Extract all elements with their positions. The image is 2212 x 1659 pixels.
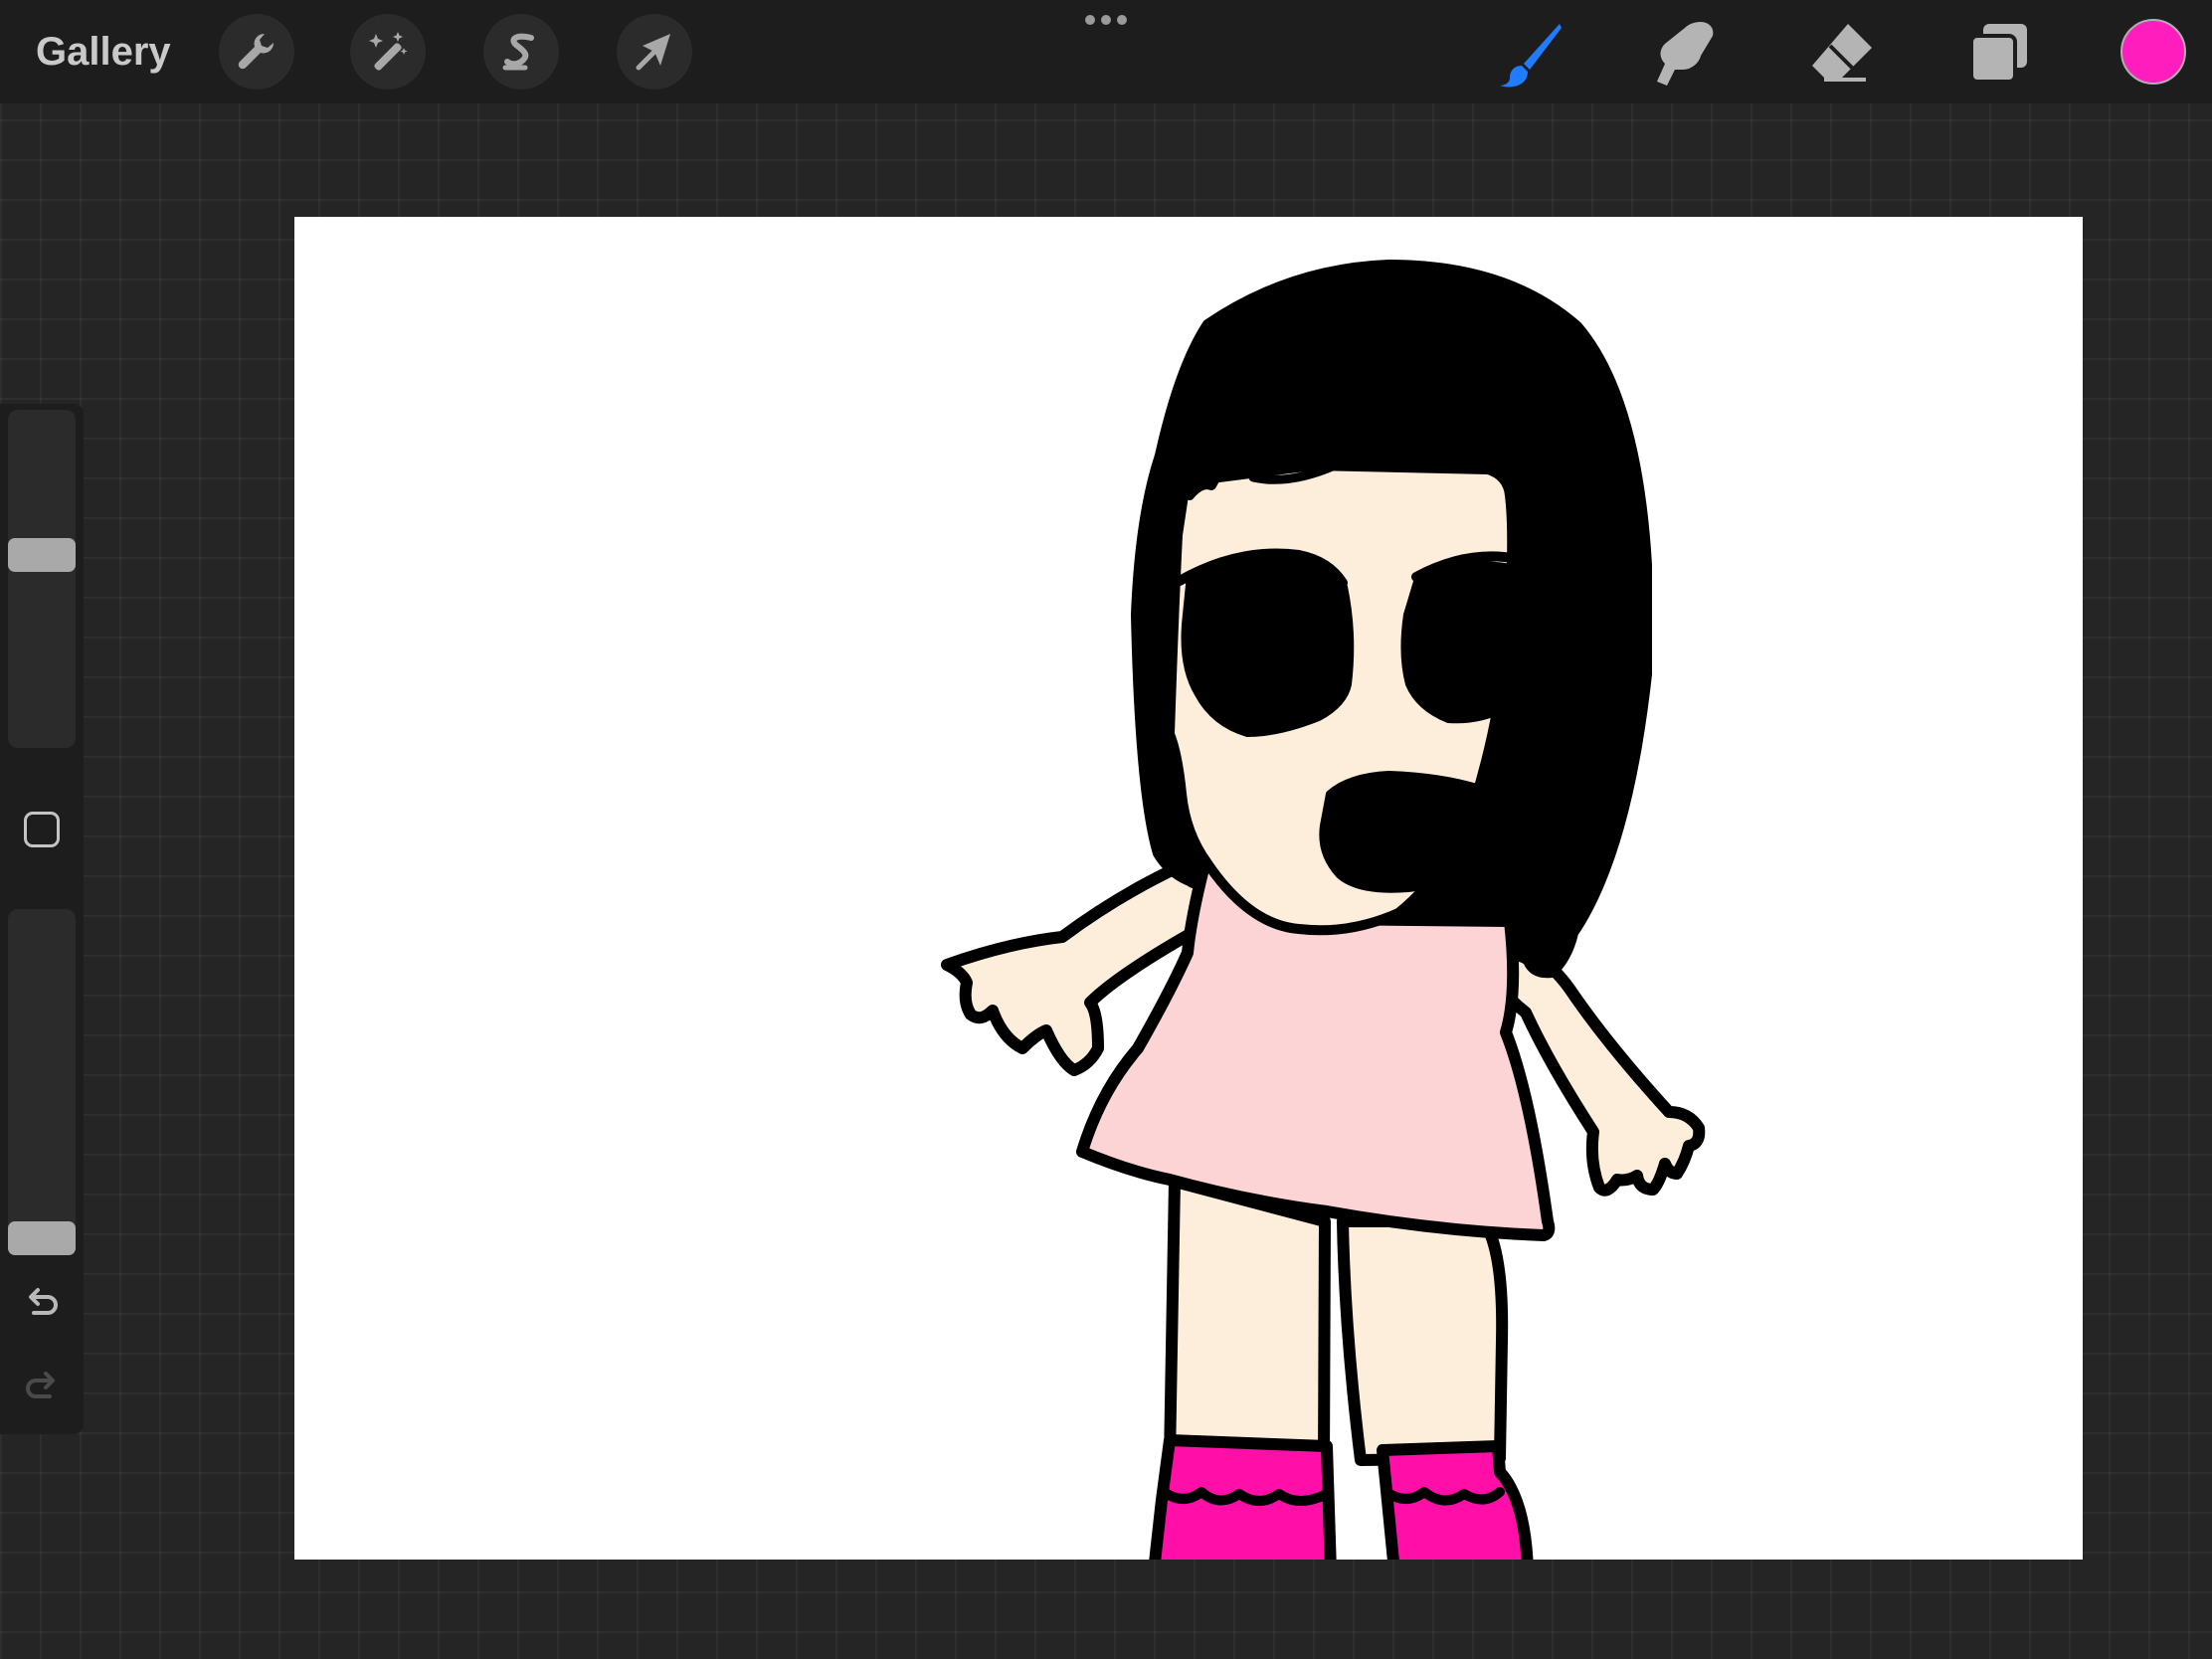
selection-s-icon — [502, 33, 534, 71]
opacity-thumb[interactable] — [8, 1221, 76, 1255]
smudge-finger-icon[interactable] — [1645, 14, 1725, 93]
undo-arrow-icon[interactable] — [22, 1283, 62, 1323]
left-eye — [1181, 551, 1355, 737]
arrow-cursor-icon — [636, 34, 670, 71]
brush-size-thumb[interactable] — [8, 537, 76, 572]
redo-arrow-icon[interactable] — [22, 1367, 62, 1406]
layers-icon[interactable] — [1959, 14, 2039, 93]
adjustments-button[interactable] — [350, 14, 426, 90]
opacity-slider[interactable] — [8, 909, 76, 1255]
mouth — [1319, 771, 1492, 893]
left-sidebar — [0, 404, 84, 1434]
color-picker-button[interactable] — [2120, 19, 2186, 85]
selection-button[interactable] — [483, 14, 559, 90]
actions-button[interactable] — [219, 14, 294, 90]
right-eye — [1400, 560, 1538, 724]
wrench-icon — [238, 33, 275, 70]
drawing-canvas[interactable] — [294, 217, 2083, 1560]
eraser-icon[interactable] — [1802, 14, 1882, 93]
brush-size-slider[interactable] — [8, 410, 76, 748]
gallery-button[interactable]: Gallery — [36, 24, 171, 80]
top-toolbar: Gallery — [0, 0, 2212, 103]
square-modify-icon[interactable] — [24, 812, 60, 847]
left-leg — [1164, 1176, 1331, 1470]
paintbrush-icon[interactable] — [1490, 14, 1569, 93]
magic-wand-icon — [369, 32, 408, 71]
three-dots-icon[interactable] — [1082, 12, 1130, 28]
right-leg — [1337, 1215, 1509, 1466]
girl-drawing — [941, 260, 1706, 1560]
transform-button[interactable] — [617, 14, 692, 90]
